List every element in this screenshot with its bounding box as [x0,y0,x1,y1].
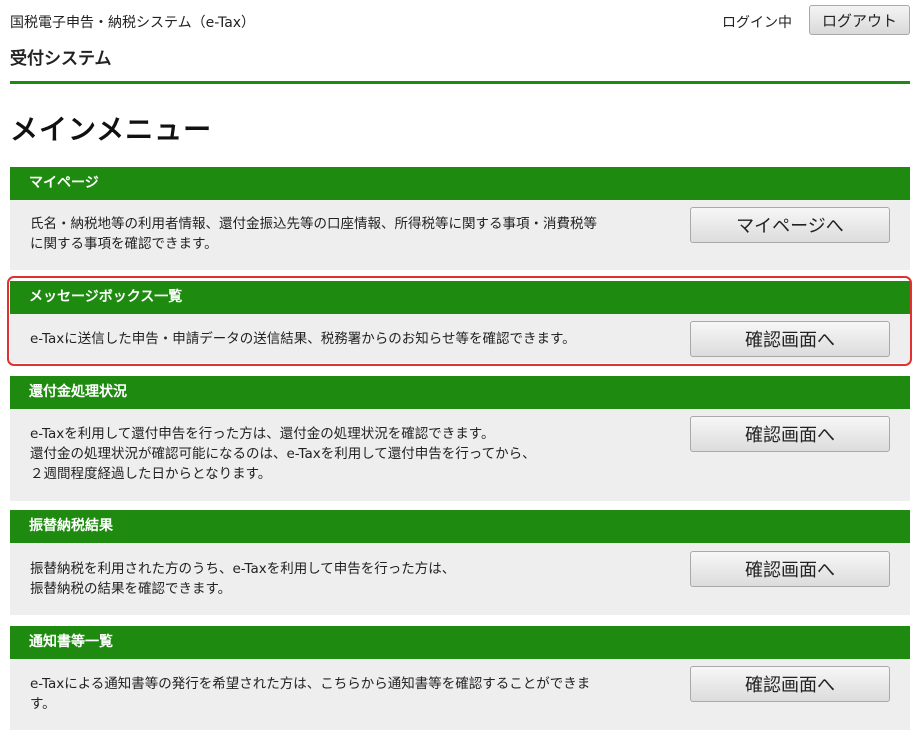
menu-card-mypage: マイページ 氏名・納税地等の利用者情報、還付金振込先等の口座情報、所得税等に関す… [10,167,910,270]
notices-confirm-button[interactable]: 確認画面へ [690,666,890,702]
menu-card-transfer-payment: 振替納税結果 振替納税を利用された方のうち、e-Taxを利用して申告を行った方は… [10,510,910,615]
message-box-confirm-button[interactable]: 確認画面へ [690,321,890,357]
menu-card-refund-status: 還付金処理状況 e-Taxを利用して還付申告を行った方は、還付金の処理状況を確認… [10,376,910,501]
card-title: メッセージボックス一覧 [10,281,910,314]
header-divider [10,81,910,84]
card-description: e-Taxに送信した申告・申請データの送信結果、税務署からのお知らせ等を確認でき… [30,329,670,349]
login-status: ログイン中 [722,15,792,31]
desc-line: e-Taxによる通知書等の発行を希望された方は、こちらから通知書等を確認すること… [30,676,591,692]
mypage-button[interactable]: マイページへ [690,207,890,243]
desc-line: 振替納税の結果を確認できます。 [30,581,232,597]
header-system-name: 国税電子申告・納税システム（e-Tax） [10,15,256,31]
card-title: 振替納税結果 [10,510,910,543]
card-title: マイページ [10,167,910,200]
desc-line: 振替納税を利用された方のうち、e-Taxを利用して申告を行った方は、 [30,561,456,577]
card-description: e-Taxによる通知書等の発行を希望された方は、こちらから通知書等を確認すること… [30,674,670,714]
header-subtitle: 受付システム [10,49,112,69]
desc-line: に関する事項を確認できます。 [30,236,218,252]
menu-card-notices: 通知書等一覧 e-Taxによる通知書等の発行を希望された方は、こちらから通知書等… [10,626,910,730]
card-description: 氏名・納税地等の利用者情報、還付金振込先等の口座情報、所得税等に関する事項・消費… [30,214,670,254]
card-title: 還付金処理状況 [10,376,910,409]
transfer-payment-confirm-button[interactable]: 確認画面へ [690,551,890,587]
card-title: 通知書等一覧 [10,626,910,659]
card-description: e-Taxを利用して還付申告を行った方は、還付金の処理状況を確認できます。 還付… [30,424,670,484]
refund-status-confirm-button[interactable]: 確認画面へ [690,416,890,452]
desc-line: e-Taxに送信した申告・申請データの送信結果、税務署からのお知らせ等を確認でき… [30,331,576,347]
desc-line: 還付金の処理状況が確認可能になるのは、e-Taxを利用して還付申告を行ってから、 [30,446,536,462]
page-title: メインメニュー [10,113,213,146]
desc-line: e-Taxを利用して還付申告を行った方は、還付金の処理状況を確認できます。 [30,426,495,442]
card-description: 振替納税を利用された方のうち、e-Taxを利用して申告を行った方は、 振替納税の… [30,559,670,599]
desc-line: す。 [30,696,56,712]
desc-line: 氏名・納税地等の利用者情報、還付金振込先等の口座情報、所得税等に関する事項・消費… [30,216,597,232]
menu-card-message-box: メッセージボックス一覧 e-Taxに送信した申告・申請データの送信結果、税務署か… [10,281,910,363]
logout-button[interactable]: ログアウト [809,5,910,35]
desc-line: ２週間程度経過した日からとなります。 [30,466,272,482]
